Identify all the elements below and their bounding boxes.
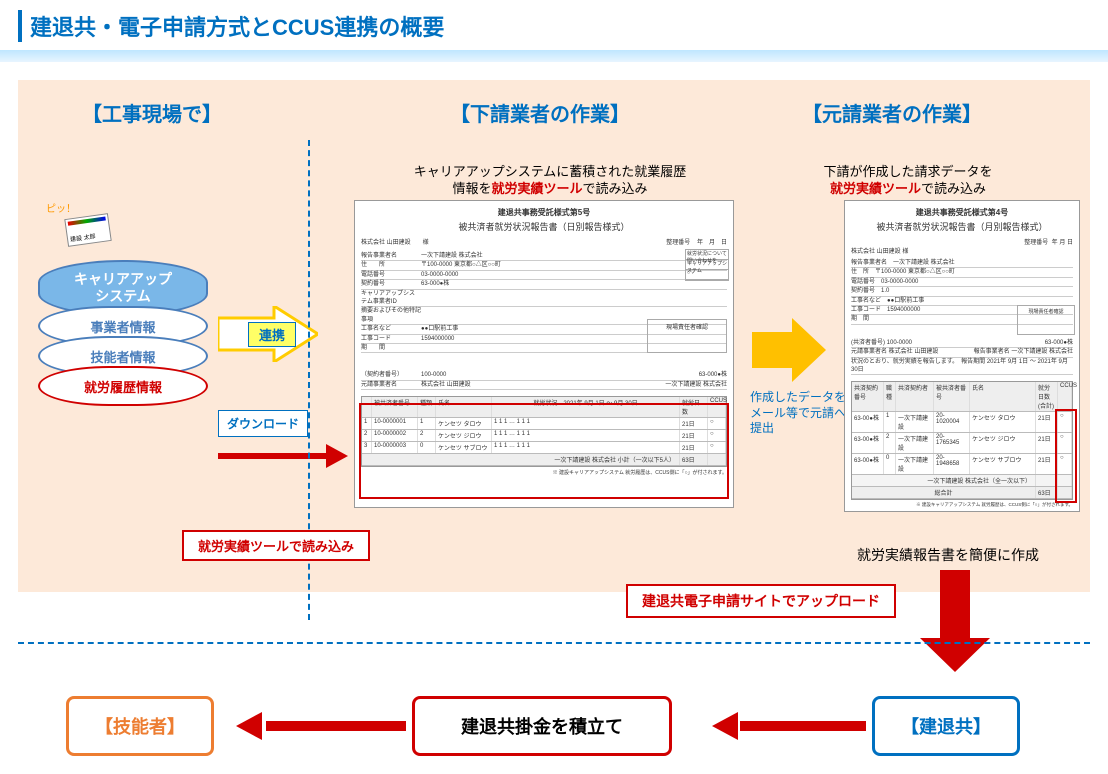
section-header-prime: 【元請業者の作業】: [802, 98, 982, 127]
section-header-site: 【工事現場で】: [82, 98, 222, 127]
id-card-icon: 建設 太郎: [64, 213, 111, 247]
box-kentaikyo: 【建退共】: [872, 696, 1020, 756]
upload-label: 建退共電子申請サイトでアップロード: [626, 584, 896, 618]
download-arrow: [218, 446, 358, 466]
daily-table-highlight: [359, 403, 729, 499]
manager-confirm-box: 現場責任者確認: [647, 319, 727, 353]
monthly-table: 共済契約番号 職種 共済契約者 被共済者番号 氏名 就労日数(合計) CCUS …: [851, 381, 1073, 500]
section-header-subcontractor: 【下請業者の作業】: [450, 98, 630, 127]
stack-layer-workhistory: 就労履歴情報: [38, 366, 208, 406]
horizontal-divider: [18, 642, 1090, 644]
desc-prime: 下請が作成した請求データを 就労実績ツールで読み込み: [778, 164, 1038, 198]
title-underline: [0, 50, 1108, 62]
beep-label: ピッ！: [46, 200, 76, 215]
desc-subcontractor: キャリアアップシステムに蓄積された就業履歴 情報を就労実績ツールで読み込み: [370, 164, 730, 198]
send-data-text: 作成したデータをメール等で元請へ提出: [750, 390, 850, 437]
linkage-arrow: 連携: [218, 306, 318, 362]
diagram: 【工事現場で】 【下請業者の作業】 【元請業者の作業】 キャリアアップシステムに…: [18, 80, 1090, 770]
flow-arrow-left: [236, 716, 406, 736]
download-label: ダウンロード: [218, 410, 308, 437]
read-tool-label: 就労実績ツールで読み込み: [182, 530, 370, 561]
easy-report-text: 就労実績報告書を簡便に作成: [818, 546, 1078, 564]
side-check-box: 就労状況について問い合わせを キャリアアップシステム ○ ✓: [685, 249, 729, 281]
send-arrow: [752, 318, 826, 382]
daily-report-form: 建退共事務受託様式第5号 被共済者就労状況報告書（日別報告様式） 株式会社 山田…: [354, 200, 734, 508]
monthly-report-form: 建退共事務受託様式第4号 被共済者就労状況報告書（月別報告様式） 整理番号 年 …: [844, 200, 1080, 512]
careerup-system-stack: キャリアアップシステム 事業者情報 技能者情報 就労履歴情報: [38, 260, 208, 406]
flow-arrow-right: [712, 716, 866, 736]
monthly-table-highlight: [1055, 409, 1077, 503]
card-reader: ピッ！ 建設 太郎: [48, 202, 128, 262]
page-title: 建退共・電子申請方式とCCUS連携の概要: [18, 10, 1108, 42]
down-arrow: [920, 570, 990, 680]
box-accumulate: 建退共掛金を積立て: [412, 696, 672, 756]
linkage-label: 連携: [248, 322, 296, 347]
box-worker: 【技能者】: [66, 696, 214, 756]
manager-confirm-box-2: 現場責任者確認: [1017, 305, 1075, 335]
